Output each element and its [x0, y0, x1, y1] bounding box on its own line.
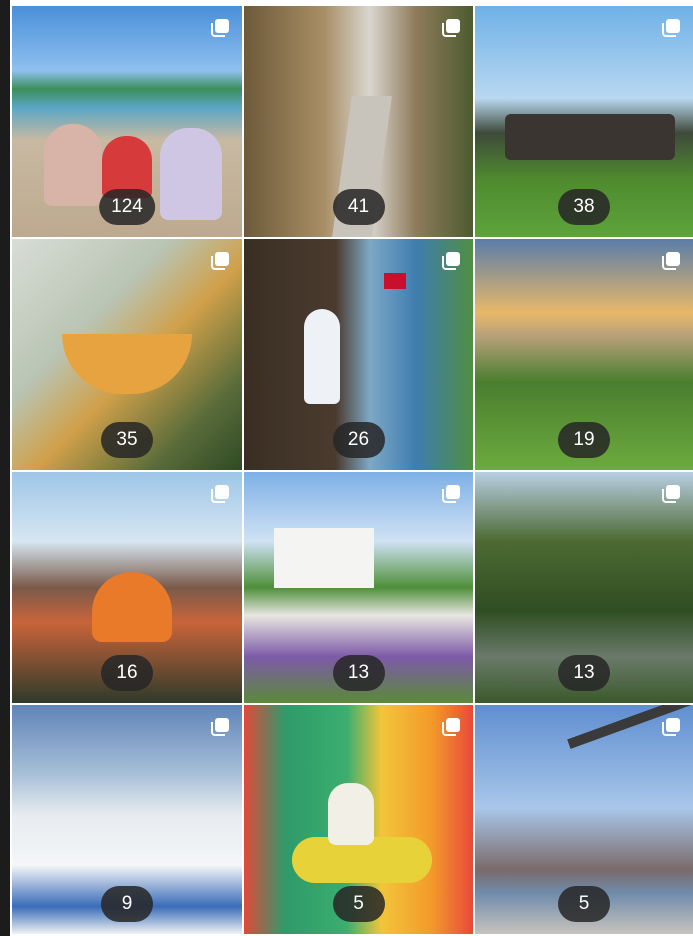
- item-count-badge: 9: [101, 886, 153, 922]
- item-count-badge: 26: [332, 422, 385, 458]
- post-tile-forest-walkway[interactable]: 41: [244, 6, 473, 237]
- post-tile-fjord-flag[interactable]: 26: [244, 239, 473, 470]
- item-count-badge: 41: [332, 189, 385, 225]
- carousel-icon: [661, 251, 681, 271]
- post-tile-harbor[interactable]: 5: [475, 705, 693, 934]
- post-tile-snowy-plateau[interactable]: 9: [12, 705, 242, 934]
- carousel-icon: [441, 484, 461, 504]
- post-tile-ski-jump-hike[interactable]: 13: [475, 472, 693, 703]
- item-count-badge: 35: [101, 422, 153, 458]
- carousel-icon: [210, 18, 230, 38]
- item-count-badge: 38: [558, 189, 610, 225]
- post-tile-hammock[interactable]: 35: [12, 239, 242, 470]
- carousel-icon: [661, 717, 681, 737]
- parade-float: [92, 572, 172, 642]
- carousel-icon: [210, 717, 230, 737]
- post-tile-lake-beach[interactable]: 124: [12, 6, 242, 237]
- child-figure: [328, 783, 374, 845]
- left-edge-strip: [0, 0, 10, 936]
- crowd: [505, 114, 675, 160]
- item-count-badge: 13: [558, 655, 610, 691]
- carousel-icon: [441, 717, 461, 737]
- white-house: [274, 528, 374, 588]
- norwegian-flag: [384, 273, 406, 289]
- carousel-icon: [661, 484, 681, 504]
- post-tile-parade[interactable]: 16: [12, 472, 242, 703]
- item-count-badge: 16: [101, 655, 153, 691]
- carousel-icon: [210, 251, 230, 271]
- carousel-icon: [441, 251, 461, 271]
- carousel-icon: [661, 18, 681, 38]
- photo-grid: 124 41 38 35 26 19 16 13 13 9 5 5: [12, 6, 693, 936]
- post-tile-orchard-sunset[interactable]: 19: [475, 239, 693, 470]
- post-tile-white-house-garden[interactable]: 13: [244, 472, 473, 703]
- child-figure: [160, 128, 222, 220]
- carousel-icon: [210, 484, 230, 504]
- item-count-badge: 13: [332, 655, 385, 691]
- post-tile-viking-gathering[interactable]: 38: [475, 6, 693, 237]
- post-tile-slide[interactable]: 5: [244, 705, 473, 934]
- carousel-icon: [441, 18, 461, 38]
- child-figure: [44, 124, 102, 206]
- item-count-badge: 124: [99, 189, 155, 225]
- woman-figure: [304, 309, 340, 404]
- item-count-badge: 5: [558, 886, 610, 922]
- item-count-badge: 5: [332, 886, 385, 922]
- item-count-badge: 19: [558, 422, 610, 458]
